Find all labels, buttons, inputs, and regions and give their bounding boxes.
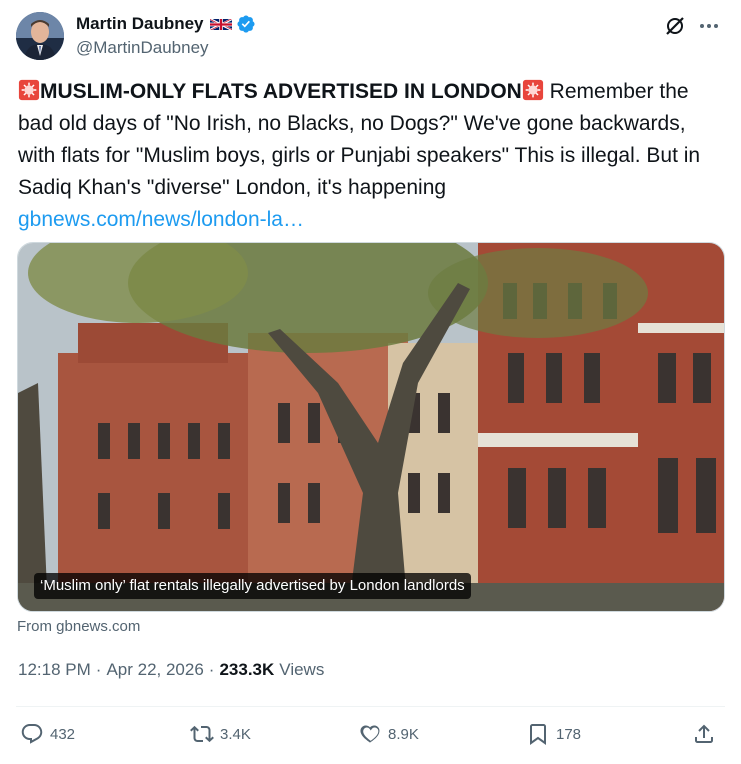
bookmark-button[interactable]: 178 [526,722,581,746]
avatar[interactable] [16,12,64,60]
like-button[interactable]: 8.9K [358,722,419,746]
link-card[interactable]: ‘Muslim only’ flat rentals illegally adv… [17,242,725,612]
reply-button[interactable]: 432 [20,722,75,746]
repost-count: 3.4K [220,725,251,743]
display-name[interactable]: Martin Daubney [76,14,204,34]
action-bar: 432 3.4K 8.9K 178 [16,718,725,758]
grok-icon[interactable] [663,14,687,38]
meta-separator: · [95,660,102,679]
share-button[interactable] [692,722,716,746]
more-options-icon[interactable] [697,14,721,38]
like-count: 8.9K [388,725,419,743]
reply-count: 432 [50,725,76,743]
tweet-link[interactable]: gbnews.com/news/london-la… [18,204,723,236]
bookmark-icon [530,724,546,745]
link-source[interactable]: From gbnews.com [17,618,140,635]
heart-icon [360,725,380,743]
share-icon [695,724,713,743]
meta-separator: · [208,660,215,679]
tweet-text: MUSLIM-ONLY FLATS ADVERTISED IN LONDON R… [18,76,723,236]
tweet-date[interactable]: Apr 22, 2026 [106,660,203,680]
repost-button[interactable]: 3.4K [190,722,251,746]
verified-badge-icon[interactable] [236,14,256,34]
views-label: Views [279,660,325,679]
name-row: Martin Daubney [76,14,256,34]
media-caption: ‘Muslim only’ flat rentals illegally adv… [34,573,471,599]
views-count: 233.3K [219,660,275,679]
uk-flag-icon [209,17,232,31]
siren-icon [522,79,543,101]
divider [16,706,725,707]
avatar-image [16,12,64,60]
siren-icon [18,79,40,101]
tweet-headline: MUSLIM-ONLY FLATS ADVERTISED IN LONDON [40,80,522,103]
user-handle[interactable]: @MartinDaubney [76,38,209,58]
bookmark-count: 178 [556,725,582,743]
tweet-time[interactable]: 12:18 PM [18,660,91,680]
tweet-header: Martin Daubney @MartinDaubney [16,10,725,62]
repost-icon [190,725,214,743]
reply-icon [21,724,43,744]
article-image [18,243,724,611]
tweet-meta: 12:18 PM · Apr 22, 2026 · 233.3K Views [18,660,324,680]
